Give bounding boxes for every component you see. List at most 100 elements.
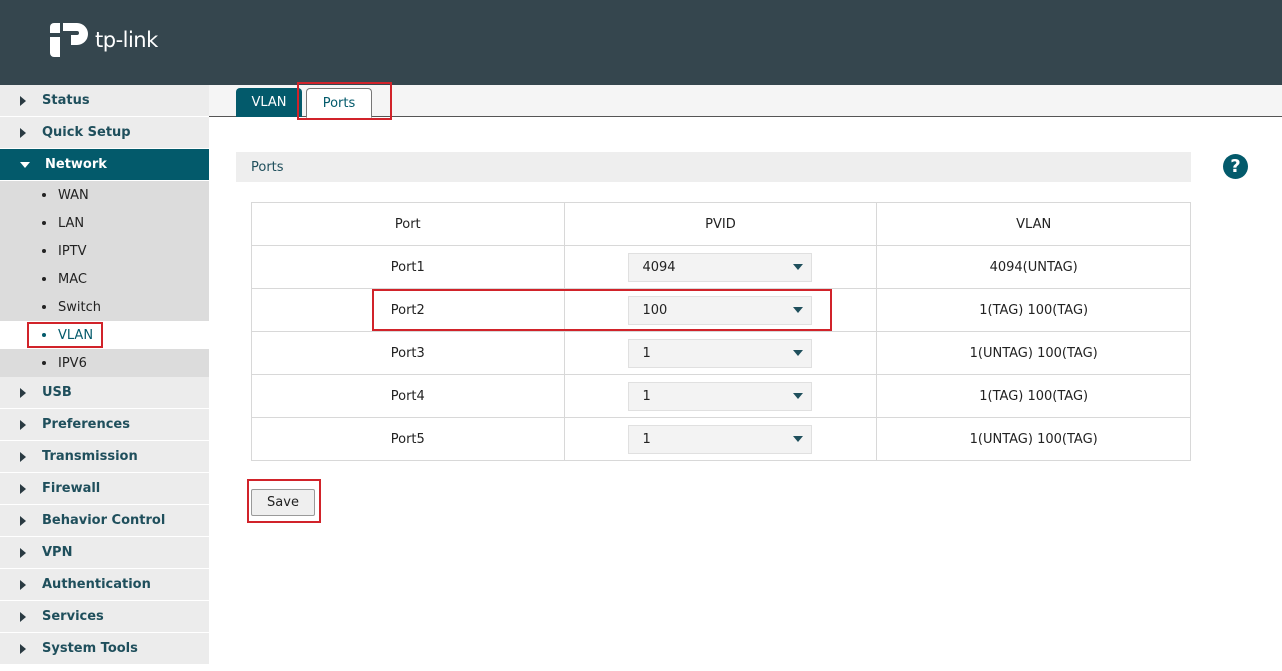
sidebar-item-firewall[interactable]: Firewall <box>0 473 209 505</box>
vlan-membership: 1(TAG) 100(TAG) <box>876 288 1191 332</box>
submenu-item-wan[interactable]: WAN <box>0 181 209 209</box>
ports-table: Port PVID VLAN Port1 4094 4094(UNTAG) Po… <box>251 202 1191 461</box>
bullet-icon <box>42 361 46 365</box>
pvid-value: 4094 <box>642 259 676 275</box>
port-name: Port5 <box>251 417 565 461</box>
submenu-item-iptv[interactable]: IPTV <box>0 237 209 265</box>
tab-ports[interactable]: Ports <box>306 88 372 118</box>
sidebar-item-label: System Tools <box>42 641 138 656</box>
caret-right-icon <box>20 611 26 622</box>
chevron-down-icon <box>793 350 804 356</box>
submenu-item-lan[interactable]: LAN <box>0 209 209 237</box>
pvid-select[interactable]: 4094 <box>628 252 813 282</box>
bullet-icon <box>42 333 46 337</box>
pvid-value: 1 <box>642 431 651 447</box>
port-name: Port1 <box>251 245 565 289</box>
table-row: Port4 1 1(TAG) 100(TAG) <box>251 374 1191 418</box>
submenu-item-label: VLAN <box>58 327 94 343</box>
tab-bar: VLAN Ports <box>209 85 1282 118</box>
submenu-item-label: IPTV <box>58 243 87 259</box>
pvid-value: 1 <box>642 388 651 404</box>
brand-name: tp-link <box>95 28 158 52</box>
pvid-cell: 100 <box>563 288 878 332</box>
pvid-cell: 1 <box>563 331 878 375</box>
sidebar-item-label: USB <box>42 385 72 400</box>
vlan-membership: 1(TAG) 100(TAG) <box>876 374 1191 418</box>
table-row: Port1 4094 4094(UNTAG) <box>251 245 1191 289</box>
sidebar-item-status[interactable]: Status <box>0 85 209 117</box>
vlan-membership: 4094(UNTAG) <box>876 245 1191 289</box>
sidebar-item-label: Network <box>45 157 107 172</box>
bullet-icon <box>42 305 46 309</box>
port-name: Port2 <box>251 288 565 332</box>
vlan-membership: 1(UNTAG) 100(TAG) <box>876 417 1191 461</box>
submenu-item-vlan[interactable]: VLAN <box>0 321 209 349</box>
caret-right-icon <box>20 127 26 138</box>
top-header: tp-link <box>0 0 1282 85</box>
question-mark-icon[interactable]: ? <box>1223 154 1248 179</box>
port-name: Port3 <box>251 331 565 375</box>
table-row: Port5 1 1(UNTAG) 100(TAG) <box>251 417 1191 461</box>
submenu-item-switch[interactable]: Switch <box>0 293 209 321</box>
table-row: Port3 1 1(UNTAG) 100(TAG) <box>251 331 1191 375</box>
sidebar-item-quick-setup[interactable]: Quick Setup <box>0 117 209 149</box>
sidebar-item-label: Firewall <box>42 481 101 496</box>
sidebar-item-preferences[interactable]: Preferences <box>0 409 209 441</box>
bullet-icon <box>42 277 46 281</box>
caret-down-icon <box>20 161 30 168</box>
caret-right-icon <box>20 483 26 494</box>
caret-right-icon <box>20 515 26 526</box>
caret-right-icon <box>20 387 26 398</box>
caret-right-icon <box>20 547 26 558</box>
caret-right-icon <box>20 95 26 106</box>
sidebar-item-label: Services <box>42 609 104 624</box>
sidebar-item-label: Behavior Control <box>42 513 166 528</box>
chevron-down-icon <box>793 307 804 313</box>
column-header-pvid: PVID <box>563 202 878 246</box>
caret-right-icon <box>20 643 26 654</box>
caret-right-icon <box>20 579 26 590</box>
sidebar-item-label: VPN <box>42 545 73 560</box>
sidebar-item-vpn[interactable]: VPN <box>0 537 209 569</box>
submenu-item-label: WAN <box>58 187 89 203</box>
sidebar-item-transmission[interactable]: Transmission <box>0 441 209 473</box>
submenu-item-ipv6[interactable]: IPV6 <box>0 349 209 377</box>
submenu-item-label: MAC <box>58 271 87 287</box>
pvid-cell: 1 <box>563 374 878 418</box>
pvid-select[interactable]: 1 <box>628 338 813 368</box>
tp-link-logo-icon <box>50 23 88 57</box>
submenu-item-label: IPV6 <box>58 355 87 371</box>
sidebar: Status Quick Setup Network WAN LAN IPTV … <box>0 85 209 671</box>
pvid-select[interactable]: 1 <box>628 381 813 411</box>
sidebar-item-services[interactable]: Services <box>0 601 209 633</box>
vlan-membership: 1(UNTAG) 100(TAG) <box>876 331 1191 375</box>
bullet-icon <box>42 249 46 253</box>
pvid-select[interactable]: 1 <box>628 424 813 454</box>
sidebar-item-label: Transmission <box>42 449 138 464</box>
submenu-item-label: Switch <box>58 299 101 315</box>
column-header-vlan: VLAN <box>876 202 1191 246</box>
caret-right-icon <box>20 419 26 430</box>
sidebar-item-label: Authentication <box>42 577 151 592</box>
network-submenu: WAN LAN IPTV MAC Switch VLAN IPV6 <box>0 181 209 377</box>
section-title: Ports <box>236 152 1191 182</box>
submenu-item-mac[interactable]: MAC <box>0 265 209 293</box>
sidebar-item-system-tools[interactable]: System Tools <box>0 633 209 665</box>
sidebar-item-authentication[interactable]: Authentication <box>0 569 209 601</box>
pvid-cell: 4094 <box>563 245 878 289</box>
pvid-select[interactable]: 100 <box>628 295 813 325</box>
caret-right-icon <box>20 451 26 462</box>
sidebar-item-usb[interactable]: USB <box>0 377 209 409</box>
sidebar-item-network[interactable]: Network <box>0 149 209 181</box>
tab-vlan[interactable]: VLAN <box>236 88 302 117</box>
sidebar-item-behavior-control[interactable]: Behavior Control <box>0 505 209 537</box>
port-name: Port4 <box>251 374 565 418</box>
tp-link-logo[interactable]: tp-link <box>49 19 158 61</box>
table-header-row: Port PVID VLAN <box>251 202 1191 246</box>
column-header-port: Port <box>251 202 565 246</box>
save-button[interactable]: Save <box>251 489 315 516</box>
table-row: Port2 100 1(TAG) 100(TAG) <box>251 288 1191 332</box>
sidebar-item-label: Quick Setup <box>42 125 131 140</box>
chevron-down-icon <box>793 436 804 442</box>
pvid-value: 1 <box>642 345 651 361</box>
